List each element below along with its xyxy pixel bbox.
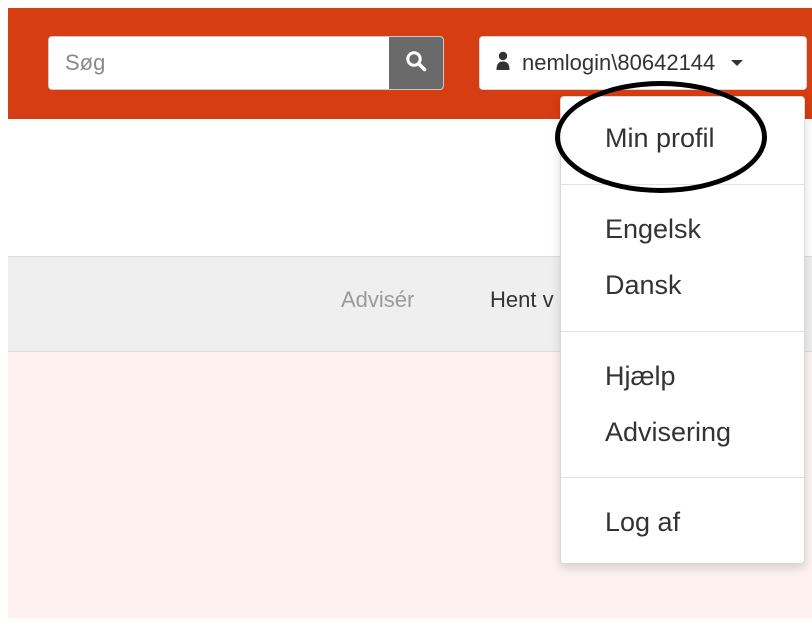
user-icon xyxy=(496,51,510,76)
menu-item-english[interactable]: Engelsk xyxy=(605,214,701,245)
menu-divider xyxy=(561,184,804,185)
menu-item-help[interactable]: Hjælp xyxy=(605,361,676,392)
caret-down-icon xyxy=(731,60,744,66)
nav-item-advise[interactable]: Advisér xyxy=(341,287,414,313)
menu-item-log-out[interactable]: Log af xyxy=(605,507,680,538)
search-button[interactable] xyxy=(389,37,443,89)
user-dropdown-menu: Min profil Engelsk Dansk Hjælp Adviserin… xyxy=(560,96,805,564)
menu-divider xyxy=(561,477,804,478)
menu-item-danish[interactable]: Dansk xyxy=(605,270,682,301)
menu-divider xyxy=(561,331,804,332)
search-icon xyxy=(405,50,427,77)
search-input[interactable] xyxy=(49,37,391,89)
username-label: nemlogin\80642144 xyxy=(522,50,716,75)
menu-item-notifications[interactable]: Advisering xyxy=(605,417,731,448)
user-menu-button[interactable]: nemlogin\80642144 xyxy=(479,36,807,90)
nav-item-fetch[interactable]: Hent v xyxy=(490,287,554,313)
search-box xyxy=(48,36,444,90)
menu-item-my-profile[interactable]: Min profil xyxy=(605,123,715,154)
